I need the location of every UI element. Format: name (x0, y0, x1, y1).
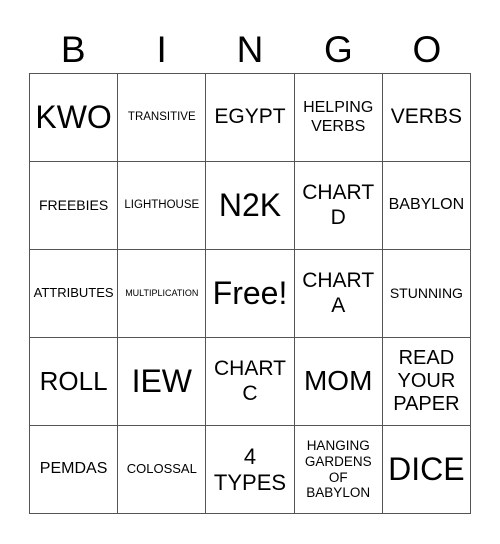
bingo-grid: KWO TRANSITIVE EGYPT HELPING VERBS VERBS… (29, 73, 471, 514)
bingo-cell[interactable]: READ YOUR PAPER (382, 338, 471, 426)
header-letter-o: O (412, 29, 442, 70)
bingo-cell[interactable]: ROLL (30, 338, 119, 426)
bingo-cell[interactable]: IEW (118, 338, 207, 426)
bingo-cell[interactable]: TRANSITIVE (118, 74, 207, 162)
bingo-cell[interactable]: CHART D (294, 162, 383, 250)
bingo-cell[interactable]: HANGING GARDENS OF BABYLON (294, 426, 383, 514)
bingo-cell[interactable]: DICE (382, 426, 471, 514)
bingo-cell[interactable]: LIGHTHOUSE (118, 162, 207, 250)
bingo-cell[interactable]: STUNNING (382, 250, 471, 338)
bingo-cell[interactable]: VERBS (382, 74, 471, 162)
bingo-cell[interactable]: ATTRIBUTES (30, 250, 119, 338)
bingo-cell[interactable]: MOM (294, 338, 383, 426)
bingo-cell[interactable]: EGYPT (206, 74, 295, 162)
bingo-cell[interactable]: PEMDAS (30, 426, 119, 514)
bingo-cell[interactable]: N2K (206, 162, 295, 250)
bingo-cell[interactable]: HELPING VERBS (294, 74, 383, 162)
bingo-cell[interactable]: FREEBIES (30, 162, 119, 250)
header-letter-n: N (236, 29, 264, 70)
free-space-cell[interactable]: Free! (206, 250, 295, 338)
header-letter-i: I (156, 29, 167, 70)
bingo-cell[interactable]: COLOSSAL (118, 426, 207, 514)
bingo-cell[interactable]: BABYLON (382, 162, 471, 250)
bingo-cell[interactable]: MULTIPLICATION (118, 250, 207, 338)
header-letter-g: G (324, 29, 353, 70)
header-letter-b: B (60, 29, 86, 70)
bingo-cell[interactable]: KWO (30, 74, 119, 162)
bingo-cell[interactable]: 4 TYPES (206, 426, 295, 514)
bingo-cell[interactable]: CHART C (206, 338, 295, 426)
bingo-header: B I N G O (29, 28, 471, 72)
bingo-cell[interactable]: CHART A (294, 250, 383, 338)
